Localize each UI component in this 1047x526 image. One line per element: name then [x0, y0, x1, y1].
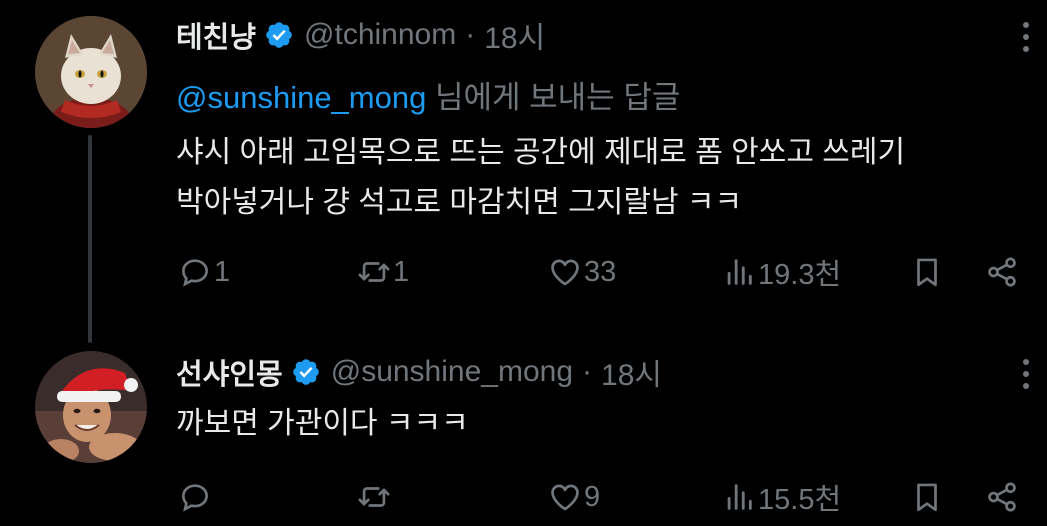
tweet-text-line: 샤시 아래 고임목으로 뜨는 공간에 제대로 폼 안쏘고 쓰레기 — [176, 136, 906, 169]
like-icon — [551, 259, 579, 286]
like-count: 33 — [584, 255, 617, 288]
tweet-actions: 1 1 33 19.3천 — [0, 252, 1047, 292]
verified-badge-icon[interactable] — [264, 20, 294, 50]
retweet-count: 1 — [393, 255, 410, 288]
views-icon — [727, 259, 752, 285]
display-name[interactable]: 선샤인몽 — [176, 351, 283, 393]
reply-count: 1 — [214, 255, 231, 288]
display-name[interactable]: 테친냥 — [176, 14, 256, 56]
like-button[interactable]: 9 — [548, 477, 600, 517]
tweet-header: 선샤인몽 @sunshine_mong · 18시 — [176, 352, 662, 392]
separator: · — [582, 355, 593, 388]
like-count: 9 — [584, 480, 601, 513]
more-icon[interactable] — [1019, 354, 1033, 394]
reply-icon — [182, 484, 208, 512]
like-icon — [551, 484, 579, 511]
tweet-text: 샤시 아래 고임목으로 뜨는 공간에 제대로 폼 안쏘고 쓰레기 박아넣거나 걍… — [176, 128, 905, 228]
reply-icon — [182, 259, 208, 287]
verified-badge-icon[interactable] — [291, 357, 321, 387]
tweet-text: 까보면 가관이다 ㅋㅋㅋ — [176, 399, 469, 449]
bookmark-button[interactable] — [910, 252, 944, 292]
retweet-icon — [358, 262, 390, 282]
handle[interactable]: @tchinnom — [304, 18, 456, 52]
share-button[interactable] — [985, 252, 1019, 292]
like-button[interactable]: 33 — [548, 252, 616, 292]
reply-button[interactable] — [178, 477, 214, 517]
reply-to-suffix: 님에게 보내는 답글 — [426, 80, 681, 115]
more-icon[interactable] — [1019, 17, 1033, 57]
replying-to: @sunshine_mong 님에게 보내는 답글 — [176, 72, 680, 117]
view-count: 19.3천 — [758, 259, 842, 291]
retweet-icon — [358, 487, 390, 507]
share-icon — [988, 482, 1016, 512]
handle[interactable]: @sunshine_mong — [331, 355, 573, 389]
tweet-header: 테친냥 @tchinnom · 18시 — [176, 15, 545, 55]
share-button[interactable] — [985, 477, 1019, 517]
reply-button[interactable]: 1 — [178, 252, 230, 292]
timestamp[interactable]: 18시 — [601, 350, 662, 394]
retweet-button[interactable] — [357, 477, 393, 517]
thread-line — [88, 135, 92, 343]
avatar[interactable] — [35, 16, 147, 128]
tweet-actions: 9 15.5천 — [0, 477, 1047, 517]
views-button[interactable]: 19.3천 — [722, 252, 841, 292]
views-icon — [727, 484, 752, 510]
avatar[interactable] — [35, 351, 147, 463]
share-icon — [988, 257, 1016, 287]
reply-to-link[interactable]: @sunshine_mong — [176, 80, 426, 115]
bookmark-icon — [917, 483, 937, 512]
timestamp[interactable]: 18시 — [484, 13, 545, 57]
tweet-text-line: 박아넣거나 걍 석고로 마감치면 그지랄남 ㅋㅋ — [176, 186, 743, 219]
bookmark-icon — [917, 258, 937, 287]
retweet-button[interactable]: 1 — [357, 252, 409, 292]
view-count: 15.5천 — [758, 484, 842, 516]
views-button[interactable]: 15.5천 — [722, 477, 841, 517]
santa-hat-avatar-image — [35, 351, 147, 463]
separator: · — [465, 18, 476, 51]
bookmark-button[interactable] — [910, 477, 944, 517]
tweet-text-line: 까보면 가관이다 ㅋㅋㅋ — [176, 407, 469, 440]
cat-avatar-image — [35, 16, 147, 128]
